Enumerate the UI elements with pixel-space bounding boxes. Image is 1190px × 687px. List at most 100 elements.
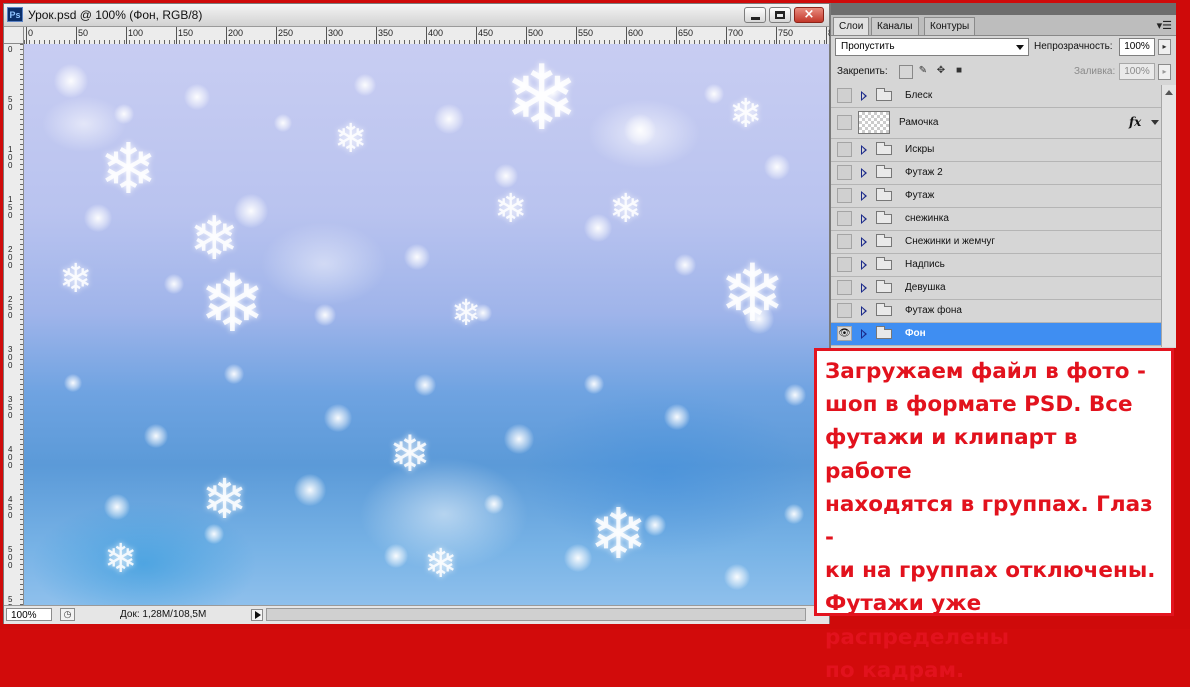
layers-scrollbar[interactable] [1161, 85, 1176, 347]
ruler-label: 2 0 0 [8, 245, 13, 270]
expand-triangle-icon[interactable] [861, 237, 867, 247]
status-options-icon[interactable]: ◷ [60, 608, 75, 621]
snowflake-icon: ❄ [494, 186, 528, 232]
document-titlebar[interactable]: Ps Урок.psd @ 100% (Фон, RGB/8) × [4, 4, 829, 27]
document-canvas[interactable]: ❄ ❄ ❄ ❄ ❄ ❄ ❄ ❄ ❄ ❄ ❄ ❄ ❄ ❄ ❄ ❄ [24, 44, 829, 606]
expand-triangle-icon[interactable] [861, 145, 867, 155]
layer-row[interactable]: снежинка [831, 208, 1161, 231]
layer-row[interactable]: Футаж [831, 185, 1161, 208]
snowflake-icon: ❄ [609, 186, 643, 232]
close-button[interactable]: × [794, 7, 824, 23]
expand-triangle-icon[interactable] [861, 191, 867, 201]
layer-row[interactable]: Девушка [831, 277, 1161, 300]
document-window: Ps Урок.psd @ 100% (Фон, RGB/8) × 0 50 100… [3, 3, 843, 624]
visibility-toggle-empty[interactable] [837, 211, 852, 226]
blend-mode-value: Пропустить [841, 41, 895, 52]
bokeh-sparkle [144, 424, 168, 448]
fill-field[interactable]: 100% [1119, 63, 1155, 80]
ruler-major-tick [726, 27, 727, 44]
vertical-ruler[interactable]: 0 5 0 1 0 0 1 5 0 2 0 0 2 5 0 3 0 0 3 5 0 4 0 0 4… [4, 44, 24, 620]
effects-expand-caret-icon[interactable] [1151, 120, 1159, 125]
folder-icon [876, 257, 892, 270]
visibility-toggle-empty[interactable] [837, 280, 852, 295]
bokeh-sparkle [314, 304, 336, 326]
layer-row[interactable]: Рамочка fx [831, 108, 1161, 139]
visibility-toggle-empty[interactable] [837, 234, 852, 249]
minimize-button[interactable] [744, 7, 766, 23]
snowflake-icon: ❄ [719, 247, 787, 340]
layer-thumbnail[interactable] [858, 111, 890, 134]
tab-channels[interactable]: Каналы [871, 17, 919, 35]
fill-label: Заливка: [1074, 66, 1116, 77]
layer-name: Рамочка [899, 117, 939, 128]
horizontal-ruler[interactable]: 0 50 100 150 200 250 300 350 400 450 500 550 600 650 7… [24, 27, 843, 45]
ruler-label: 4 5 0 [8, 495, 13, 520]
layer-row[interactable]: Снежинки и жемчуг [831, 231, 1161, 254]
ruler-label: 200 [228, 28, 244, 38]
layer-row[interactable]: Надпись [831, 254, 1161, 277]
bokeh-sparkle [414, 374, 436, 396]
ruler-label: 500 [528, 28, 544, 38]
expand-triangle-icon[interactable] [861, 329, 867, 339]
eye-visibility-icon[interactable]: 👁 [837, 326, 852, 341]
zoom-level-field[interactable]: 100% [6, 608, 52, 621]
visibility-toggle-empty[interactable] [837, 115, 852, 130]
layer-row[interactable]: Футаж фона [831, 300, 1161, 323]
tab-layers[interactable]: Слои [833, 17, 870, 35]
ruler-label: 650 [678, 28, 694, 38]
panel-header-strip[interactable] [831, 3, 1176, 15]
expand-triangle-icon[interactable] [861, 168, 867, 178]
bokeh-sparkle [384, 544, 408, 568]
opacity-slider-toggle[interactable]: ▸ [1158, 39, 1171, 55]
bokeh-sparkle [724, 564, 750, 590]
bokeh-sparkle [664, 404, 690, 430]
visibility-toggle-empty[interactable] [837, 303, 852, 318]
visibility-toggle-empty[interactable] [837, 142, 852, 157]
lock-transparency-icon[interactable] [899, 65, 913, 79]
lock-pixels-brush-icon[interactable]: ✎ [917, 65, 929, 77]
expand-triangle-icon[interactable] [861, 214, 867, 224]
ruler-label: 0 [8, 45, 13, 54]
opacity-field[interactable]: 100% [1119, 38, 1155, 56]
ruler-origin[interactable] [4, 27, 24, 44]
visibility-toggle-empty[interactable] [837, 257, 852, 272]
folder-icon [876, 142, 892, 155]
snowflake-icon: ❄ [104, 536, 138, 582]
lock-position-move-icon[interactable]: ✥ [935, 65, 947, 77]
folder-icon [876, 326, 892, 339]
horizontal-scrollbar[interactable] [266, 608, 806, 621]
ruler-label: 400 [428, 28, 444, 38]
panel-menu-icon[interactable]: ▾☰ [1157, 19, 1172, 32]
blend-mode-select[interactable]: Пропустить [835, 38, 1029, 56]
expand-triangle-icon[interactable] [861, 283, 867, 293]
expand-triangle-icon[interactable] [861, 306, 867, 316]
bokeh-sparkle [354, 74, 376, 96]
layer-name: Фон [905, 328, 926, 339]
ruler-label: 0 [28, 28, 34, 38]
snowflake-icon: ❄ [504, 46, 580, 151]
fill-slider-toggle[interactable]: ▸ [1158, 64, 1171, 80]
layer-row[interactable]: 👁 Фон [831, 323, 1161, 346]
visibility-toggle-empty[interactable] [837, 188, 852, 203]
ruler-major-tick [26, 27, 27, 44]
visibility-toggle-empty[interactable] [837, 88, 852, 103]
lock-all-padlock-icon[interactable]: ■ [953, 65, 965, 77]
expand-triangle-icon[interactable] [861, 91, 867, 101]
ruler-label: 450 [478, 28, 494, 38]
ruler-label: 50 [78, 28, 89, 38]
tab-paths[interactable]: Контуры [924, 17, 976, 35]
bokeh-sparkle [184, 84, 210, 110]
visibility-toggle-empty[interactable] [837, 165, 852, 180]
layer-row[interactable]: Искры [831, 139, 1161, 162]
maximize-button[interactable] [769, 7, 791, 23]
status-menu-arrow-icon[interactable] [251, 609, 263, 621]
layer-row[interactable]: Футаж 2 [831, 162, 1161, 185]
snowflake-icon: ❄ [389, 425, 431, 483]
ruler-label: 3 0 0 [8, 345, 13, 370]
layer-effects-fx-icon[interactable]: fx [1129, 115, 1141, 129]
ruler-label: 350 [378, 28, 394, 38]
expand-triangle-icon[interactable] [861, 260, 867, 270]
snowflake-icon: ❄ [589, 493, 648, 575]
layer-row[interactable]: Блеск [831, 85, 1161, 108]
layer-name: Футаж [905, 190, 935, 201]
